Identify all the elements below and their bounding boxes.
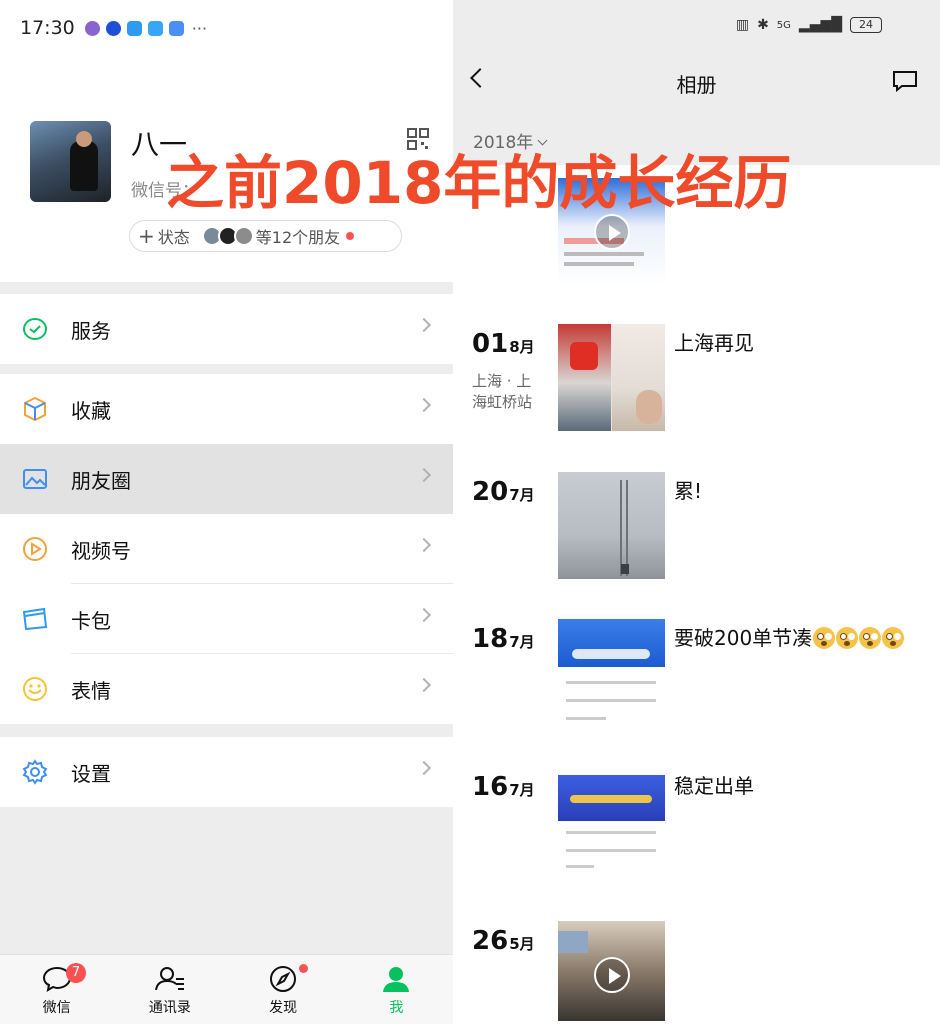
gear-icon (22, 759, 48, 785)
menu-item-favorites[interactable]: 收藏 (0, 374, 453, 444)
post-thumbnail[interactable] (558, 921, 665, 1021)
signal-icon: ▂▄▆█ (798, 17, 842, 33)
post-thumbnail[interactable] (558, 324, 665, 431)
app-notification-icon (84, 20, 100, 36)
tab-label-me: 我 (389, 1000, 404, 1016)
menu-label-settings: 设置 (71, 761, 111, 786)
battery-level: 24 (850, 17, 882, 33)
new-dot (298, 964, 308, 973)
search-app-icon (126, 20, 142, 36)
page-title: 相册 (676, 73, 717, 97)
status-bar-left: 17:30 ··· (0, 0, 453, 56)
chevron-right-icon (416, 397, 432, 413)
chevron-right-icon (416, 677, 432, 693)
avatar[interactable] (30, 121, 111, 202)
flushed-emoji-icon (859, 627, 882, 649)
status-label: 状态 (157, 228, 190, 247)
status-bar-right: ▥ ✱ 5G ▂▄▆█ 24 (736, 17, 882, 33)
post-location: 上海 · 上海虹桥站 (472, 372, 533, 411)
post-date: 018月 (472, 329, 535, 359)
compass-icon (270, 966, 297, 992)
unread-badge: 7 (66, 963, 86, 983)
chevron-right-icon (416, 607, 432, 623)
menu-label-channels: 视频号 (71, 538, 131, 563)
tab-label-discover: 发现 (269, 1000, 298, 1016)
message-icon[interactable] (892, 70, 918, 92)
post-date: 265月 (472, 926, 535, 956)
friends-count-label: 等12个朋友 (255, 228, 341, 247)
person-icon (383, 967, 410, 992)
chevron-right-icon (416, 467, 432, 483)
picture-icon (23, 469, 47, 489)
chevron-right-icon (416, 537, 432, 553)
network-label: 5G (776, 19, 791, 31)
tab-discover[interactable]: 发现 (227, 955, 340, 1024)
gallery-app-icon (147, 20, 163, 36)
menu-item-settings[interactable]: 设置 (0, 737, 453, 807)
tab-contacts[interactable]: 通讯录 (113, 955, 226, 1024)
contacts-icon (154, 967, 184, 991)
menu-label-card-wallet: 卡包 (71, 608, 111, 633)
new-dot (346, 232, 355, 240)
flushed-emoji-icon (882, 627, 905, 649)
menu-item-channels[interactable]: 视频号 (0, 514, 453, 584)
service-check-icon (23, 318, 47, 340)
plus-icon: + (138, 224, 155, 248)
menu-label-moments: 朋友圈 (71, 468, 131, 493)
post-text: 累! (674, 479, 703, 503)
menu-label-stickers: 表情 (71, 678, 111, 703)
bluetooth-icon: ✱ (757, 17, 769, 33)
post-date: 167月 (472, 772, 535, 802)
card-icon (22, 607, 48, 631)
menu-item-service[interactable]: 服务 (0, 294, 453, 364)
tab-label-chats: 微信 (42, 1000, 71, 1016)
menu-item-stickers[interactable]: 表情 (0, 654, 453, 724)
nfc-icon: ▥ (735, 17, 750, 33)
post-thumbnail[interactable] (558, 767, 665, 874)
menu-group-service: 服务 (0, 294, 453, 364)
play-circle-icon (23, 537, 47, 561)
chevron-down-icon (537, 135, 548, 146)
menu-label-favorites: 收藏 (71, 398, 111, 423)
tab-label-contacts: 通讯录 (148, 1000, 191, 1016)
menu-item-card-wallet[interactable]: 卡包 (0, 584, 453, 654)
smile-icon (23, 677, 47, 701)
post-date: 207月 (472, 477, 535, 507)
status-pill[interactable]: + 状态 等12个朋友 (129, 220, 402, 252)
post-text: 要破200单节凑 (674, 622, 905, 651)
post-text: 稳定出单 (674, 774, 754, 798)
album-header: ▥ ✱ 5G ▂▄▆█ 24 相册 2018年 (453, 0, 940, 165)
post-text: 上海再见 (674, 331, 754, 355)
cloud-app-icon (168, 20, 184, 36)
post-date: 187月 (472, 624, 535, 654)
cube-icon (24, 396, 46, 422)
menu-group-main: 收藏 朋友圈 视频号 卡包 表情 (0, 374, 453, 724)
friend-avatar (233, 226, 254, 246)
menu-label-service: 服务 (71, 318, 111, 343)
tab-me[interactable]: 我 (340, 955, 453, 1024)
browser-notification-icon (105, 20, 121, 36)
overlay-caption: 之前2018年的成长经历 (166, 149, 792, 217)
bottom-tab-bar: 7 微信 通讯录 发现 我 (0, 954, 453, 1024)
more-notifications-icon: ··· (191, 18, 208, 38)
play-icon (594, 957, 630, 993)
status-time: 17:30 (20, 17, 75, 39)
menu-item-moments[interactable]: 朋友圈 (0, 444, 453, 514)
chevron-right-icon (416, 760, 432, 776)
post-thumbnail[interactable] (558, 472, 665, 579)
flushed-emoji-icon (813, 627, 836, 649)
chevron-right-icon (416, 317, 432, 333)
post-thumbnail[interactable] (558, 619, 665, 726)
flushed-emoji-icon (836, 627, 859, 649)
menu-group-settings: 设置 (0, 737, 453, 807)
tab-chats[interactable]: 7 微信 (0, 955, 113, 1024)
